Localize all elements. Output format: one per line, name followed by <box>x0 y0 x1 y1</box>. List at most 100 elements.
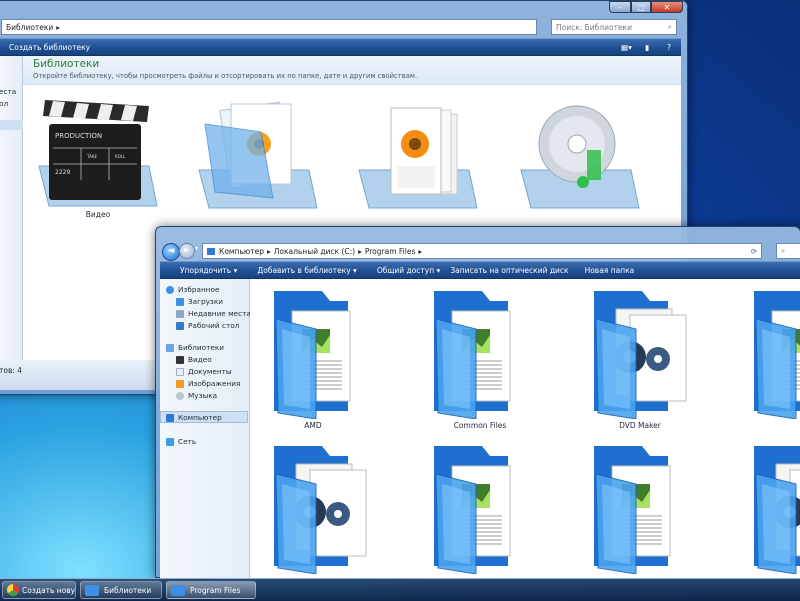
chevron-right-icon: ▸ <box>418 246 423 256</box>
recent-places-icon <box>176 309 184 318</box>
nav-documents[interactable]: Документы <box>176 366 232 377</box>
nav-label: Видео <box>188 355 212 364</box>
folder-item[interactable] <box>732 279 800 429</box>
application-folder-icon <box>754 446 800 575</box>
breadcrumb-item[interactable]: Компьютер <box>219 247 264 256</box>
taskbar-item-chrome[interactable]: Создать новую т... <box>2 581 76 599</box>
file-list: AMD Common Files DVD Maker <box>250 279 800 579</box>
search-icon: ⌕ <box>667 22 672 31</box>
nav-selection <box>0 120 23 130</box>
taskbar-item-program-files[interactable]: Program Files <box>166 581 256 599</box>
application-folder-icon <box>594 291 687 420</box>
folder-item[interactable] <box>732 434 800 579</box>
nav-label: Сеть <box>178 437 197 446</box>
create-library-button[interactable]: Создать библиотеку <box>9 43 90 52</box>
history-dropdown-icon[interactable]: ▾ <box>195 245 198 252</box>
library-item-music[interactable] <box>513 88 653 238</box>
search-input[interactable]: ⌕ <box>776 243 800 259</box>
share-label: Общий доступ <box>376 265 435 275</box>
chrome-icon <box>7 584 19 596</box>
nav-label: Компьютер <box>178 413 222 422</box>
page-title: Библиотеки <box>33 58 100 70</box>
folder-item[interactable]: DVD Maker <box>572 279 712 430</box>
breadcrumb-item[interactable]: Библиотеки <box>6 23 53 32</box>
nav-computer[interactable]: Компьютер <box>166 412 222 423</box>
back-button[interactable]: ◄ <box>162 243 180 261</box>
nav-network[interactable]: Сеть <box>166 436 196 447</box>
nav-libraries[interactable]: Библиотеки <box>166 342 224 353</box>
nav-downloads[interactable]: Загрузки <box>176 296 223 307</box>
taskbar-item-libraries[interactable]: Библиотеки <box>80 581 162 599</box>
share-button[interactable]: Общий доступ ▾ <box>367 266 441 275</box>
documents-icon <box>198 101 318 209</box>
nav-label: Рабочий стол <box>188 321 240 330</box>
navigation-pane: Избранное Загрузки Недавние места Рабочи… <box>160 279 251 579</box>
network-icon <box>166 437 174 446</box>
forward-button[interactable]: ► <box>179 243 195 259</box>
address-bar[interactable]: Компьютер ▸ Локальный диск (C:) ▸ Progra… <box>202 243 762 259</box>
new-folder-button[interactable]: Новая папка <box>585 266 635 275</box>
chevron-right-icon: ▸ <box>266 246 271 256</box>
nav-label: Недавние места <box>188 309 251 318</box>
library-item-pictures[interactable] <box>351 88 491 238</box>
pictures-icon <box>176 379 184 388</box>
refresh-icon[interactable]: ⟳ <box>751 247 757 256</box>
search-placeholder: Поиск: Библиотеки <box>556 22 632 32</box>
help-icon[interactable]: ? <box>667 43 671 52</box>
program-files-window: ◄ ► ▾ Компьютер ▸ Локальный диск (C:) ▸ … <box>155 226 800 579</box>
taskbar-label: Библиотеки <box>104 585 152 595</box>
taskbar-label: Program Files <box>190 585 241 595</box>
computer-icon <box>207 247 215 255</box>
library-label: Видео <box>85 210 111 219</box>
folder-item[interactable] <box>572 434 712 579</box>
nav-music[interactable]: Музыка <box>176 390 217 401</box>
pictures-icon <box>358 107 478 209</box>
taskbar: Создать новую т... Библиотеки Program Fi… <box>0 578 800 601</box>
nav-favorites[interactable]: Избранное <box>166 284 219 295</box>
nav-video[interactable]: Видео <box>176 354 212 365</box>
folder-item[interactable]: AMD <box>252 279 392 430</box>
page-subtitle: Откройте библиотеку, чтобы просмотреть ф… <box>33 72 418 80</box>
library-item-video[interactable]: PRODUCTION 2229 TAKE ROLL Видео <box>31 88 171 238</box>
chevron-right-icon: ▸ <box>56 22 61 32</box>
nav-pictures[interactable]: Изображения <box>176 378 240 389</box>
view-options-icon[interactable]: ▦▾ <box>621 43 632 52</box>
close-button[interactable]: ✕ <box>651 1 683 13</box>
nav-label: Музыка <box>188 391 218 400</box>
breadcrumb-item[interactable]: Локальный диск (C:) <box>274 247 355 256</box>
add-to-library-button[interactable]: Добавить в библиотеку ▾ <box>247 266 356 275</box>
nav-fragment[interactable]: еста <box>0 86 16 97</box>
music-disc-icon <box>520 105 640 209</box>
folder-icon <box>85 584 99 596</box>
star-icon <box>166 285 174 294</box>
burn-button[interactable]: Записать на оптический диск <box>450 266 568 275</box>
folder-icon <box>171 584 185 596</box>
organize-button[interactable]: Упорядочить ▾ <box>170 266 237 275</box>
libraries-header: Библиотеки Откройте библиотеку, чтобы пр… <box>23 56 681 85</box>
maximize-button[interactable]: □ <box>631 1 651 13</box>
minimize-button[interactable]: – <box>609 1 631 13</box>
status-text: тов: 4 <box>0 366 23 375</box>
search-input[interactable]: Поиск: Библиотеки ⌕ <box>551 19 677 35</box>
preview-pane-icon[interactable]: ▮ <box>645 43 649 52</box>
address-bar[interactable]: Библиотеки ▸ <box>1 19 537 35</box>
document-folder-icon <box>594 446 671 575</box>
nav-label: Документы <box>188 367 232 376</box>
nav-fragment[interactable]: ол <box>0 98 8 109</box>
library-icon <box>166 343 174 352</box>
computer-icon <box>166 413 174 422</box>
svg-text:ROLL: ROLL <box>115 154 126 159</box>
svg-text:PRODUCTION: PRODUCTION <box>55 132 102 140</box>
nav-desktop[interactable]: Рабочий стол <box>176 320 239 331</box>
video-icon <box>176 355 184 364</box>
documents-icon <box>176 367 184 376</box>
breadcrumb-item[interactable]: Program Files <box>365 247 416 256</box>
folder-item[interactable] <box>412 434 552 579</box>
document-folder-icon <box>434 446 511 575</box>
nav-recent-places[interactable]: Недавние места <box>176 308 251 319</box>
folder-item[interactable] <box>252 434 392 579</box>
library-item-documents[interactable] <box>191 88 331 238</box>
search-icon: ⌕ <box>781 246 786 255</box>
navigation-pane: еста ол <box>0 56 23 360</box>
folder-item[interactable]: Common Files <box>412 279 552 430</box>
